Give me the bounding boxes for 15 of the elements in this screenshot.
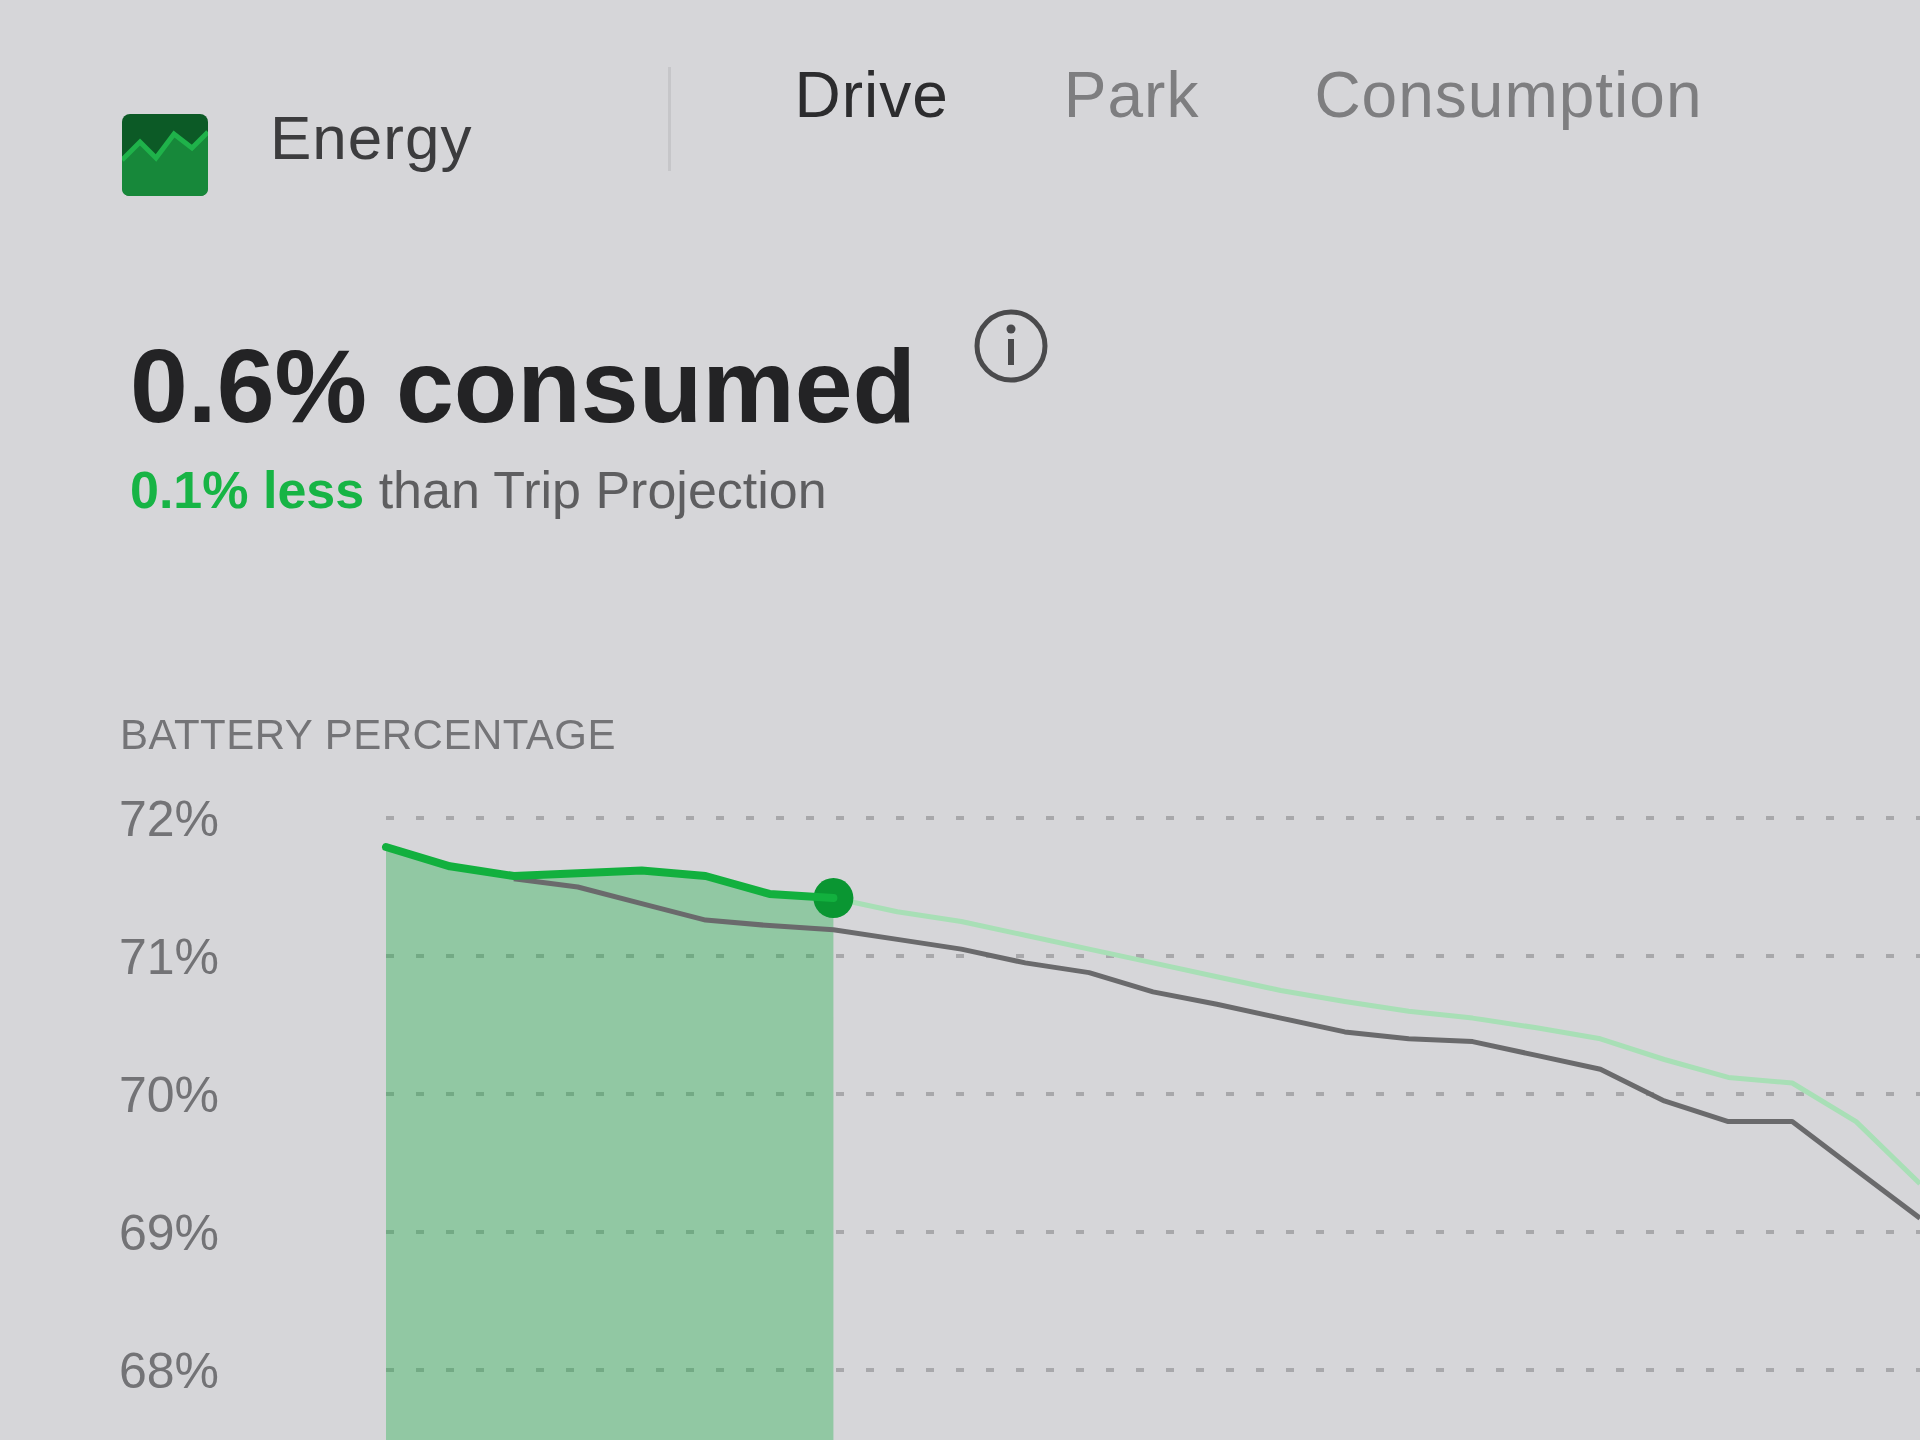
tab[interactable]: Consumption: [1314, 58, 1703, 132]
position-marker-icon: [813, 878, 854, 919]
line-chart-icon: [122, 114, 208, 196]
tab[interactable]: Park: [1063, 58, 1200, 132]
y-axis-label: 70%: [119, 1067, 220, 1123]
y-axis-label: 68%: [119, 1343, 220, 1399]
app-title: Energy: [270, 102, 473, 174]
info-icon[interactable]: [974, 309, 1049, 383]
y-axis-label: 71%: [119, 929, 220, 985]
y-axis-label: 69%: [119, 1205, 220, 1261]
comparison-text: 0.1% less than Trip Projection: [130, 460, 827, 520]
tab[interactable]: Drive: [794, 58, 949, 132]
y-axis-label: 72%: [119, 791, 220, 847]
headline: 0.6% consumed: [130, 327, 917, 446]
chart-title: BATTERY PERCENTAGE: [120, 711, 616, 759]
